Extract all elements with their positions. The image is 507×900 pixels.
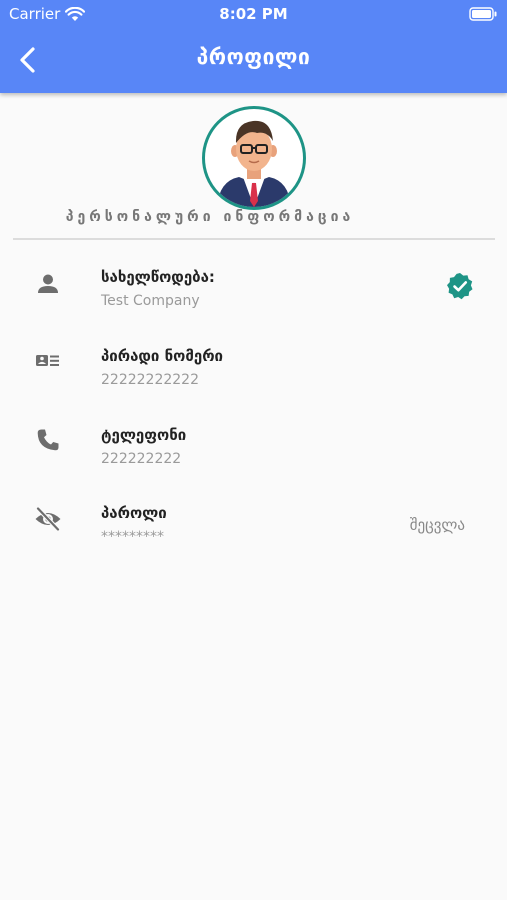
person-icon [38, 274, 58, 293]
change-password-button[interactable]: შეცვლა [410, 516, 465, 534]
field-value: Test Company [101, 293, 200, 309]
person-avatar-icon [217, 120, 291, 207]
verified-badge-icon [447, 273, 473, 300]
list-item-phone: ტელეფონი 222222222 [0, 426, 507, 486]
phone-icon [37, 429, 59, 451]
field-label: პაროლი [101, 504, 167, 522]
eye-off-icon[interactable] [34, 505, 62, 533]
page-title: პროფილი [196, 45, 311, 69]
status-time: 8:02 PM [219, 5, 288, 23]
list-item-password: პაროლი ********* შეცვლა [0, 504, 507, 564]
field-value: 222222222 [101, 451, 182, 467]
field-value: 22222222222 [101, 372, 199, 388]
field-label: სახელწოდება: [101, 268, 215, 286]
section-title: პერსონალური ინფორმაცია [65, 209, 355, 225]
field-value: ********* [101, 529, 164, 545]
divider [13, 238, 495, 240]
id-card-icon [36, 355, 59, 366]
status-bar: Carrier 8:02 PM [0, 0, 507, 28]
battery-icon [469, 7, 497, 21]
field-label: ტელეფონი [101, 426, 187, 444]
list-item-name: სახელწოდება: Test Company [0, 268, 507, 328]
app-bar: Carrier 8:02 PM პროფილი [0, 0, 507, 93]
avatar [202, 106, 306, 210]
field-label: პირადი ნომერი [101, 347, 223, 365]
list-item-personal-number: პირადი ნომერი 22222222222 [0, 347, 507, 407]
